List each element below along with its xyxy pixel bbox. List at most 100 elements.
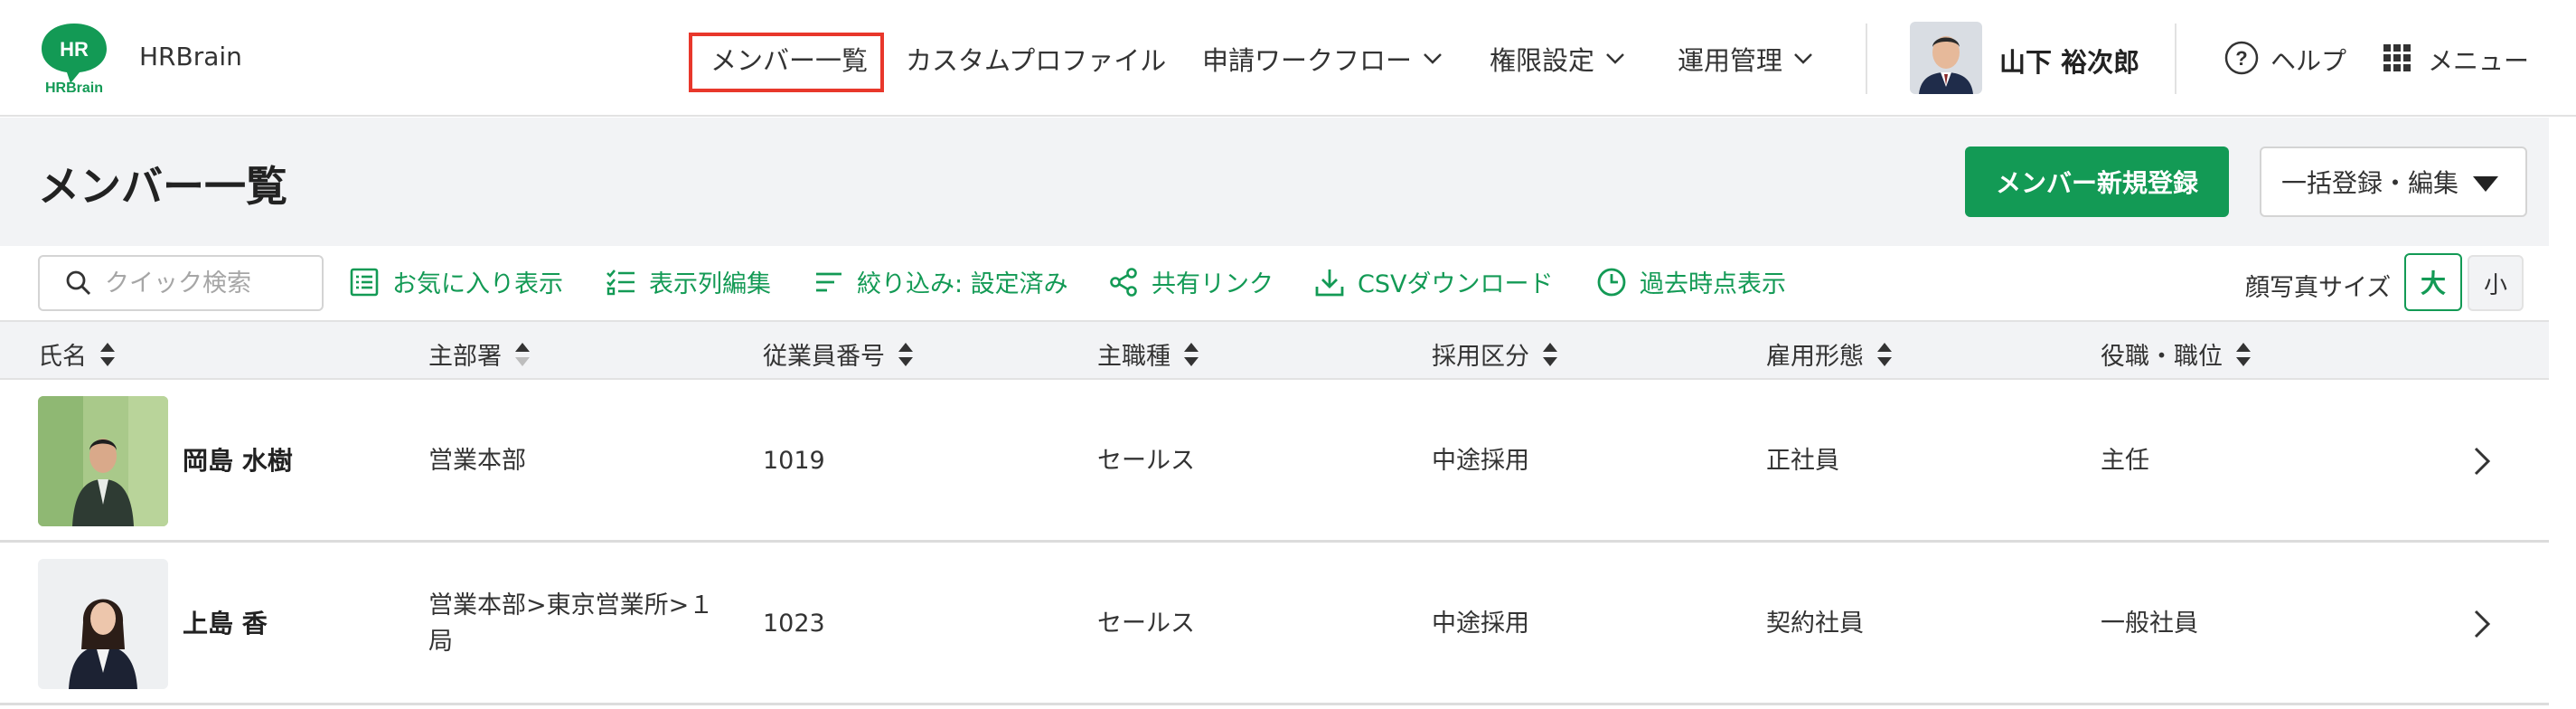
member-photo bbox=[38, 559, 168, 689]
nav-label: カスタムプロファイル bbox=[906, 45, 1167, 76]
sort-ascending-icon bbox=[515, 342, 530, 366]
grid-menu-icon[interactable] bbox=[2383, 43, 2411, 72]
column-header-label: 氏名 bbox=[38, 343, 87, 371]
nav-application-workflow[interactable]: 申請ワークフロー bbox=[1202, 40, 1443, 78]
add-member-button[interactable]: メンバー新規登録 bbox=[1965, 147, 2229, 217]
job-type-cell: セールス bbox=[1097, 610, 1195, 638]
column-header-label: 主部署 bbox=[428, 343, 502, 371]
favorites-view-button[interactable]: お気に入り表示 bbox=[349, 264, 563, 299]
download-icon bbox=[1315, 269, 1344, 296]
chevron-down-icon bbox=[1794, 53, 1812, 64]
clock-icon bbox=[1597, 268, 1626, 296]
column-edit-button[interactable]: 表示列編集 bbox=[606, 264, 771, 299]
nav-permission-settings[interactable]: 権限設定 bbox=[1490, 40, 1625, 78]
share-link-button[interactable]: 共有リンク bbox=[1108, 264, 1274, 299]
bulk-register-edit-button[interactable]: 一括登録・編集 bbox=[2260, 147, 2527, 217]
chevron-down-icon bbox=[1424, 53, 1442, 64]
column-header-label: 従業員番号 bbox=[763, 343, 885, 371]
chevron-down-icon bbox=[1606, 53, 1624, 64]
share-icon bbox=[1110, 267, 1137, 297]
column-header-hiring-type[interactable]: 採用区分 bbox=[1432, 336, 1558, 372]
photo-size-large-button[interactable]: 大 bbox=[2404, 253, 2462, 311]
filter-icon bbox=[816, 272, 841, 291]
help-icon[interactable]: ? bbox=[2223, 40, 2260, 76]
employment-type-cell: 契約社員 bbox=[1766, 610, 1864, 638]
page-title-bar: メンバー一覧 メンバー新規登録 一括登録・編集 bbox=[0, 118, 2549, 246]
bulk-register-edit-label: 一括登録・編集 bbox=[2281, 168, 2459, 198]
hiring-type-cell: 中途採用 bbox=[1432, 447, 1529, 475]
table-row[interactable]: 岡島 水樹 営業本部 1019 セールス 中途採用 正社員 主任 bbox=[0, 380, 2549, 543]
photo-size-label: 顔写真サイズ bbox=[2245, 274, 2392, 302]
tool-label: お気に入り表示 bbox=[392, 270, 563, 298]
nav-label: 申請ワークフロー bbox=[1202, 45, 1413, 76]
svg-text:?: ? bbox=[2235, 47, 2247, 70]
user-name[interactable]: 山下 裕次郎 bbox=[1999, 42, 2139, 80]
sort-icon bbox=[898, 342, 913, 366]
department-line: 局 bbox=[428, 628, 453, 656]
hrbrain-logo[interactable]: HR HRBrain bbox=[36, 20, 112, 96]
column-header-name[interactable]: 氏名 bbox=[38, 336, 116, 372]
department-cell: 営業本部>東京営業所>１ 局 bbox=[428, 588, 713, 660]
past-point-view-button[interactable]: 過去時点表示 bbox=[1596, 264, 1786, 299]
column-header-label: 主職種 bbox=[1097, 343, 1170, 371]
column-header-employee-number[interactable]: 従業員番号 bbox=[763, 336, 914, 372]
quick-search-box[interactable] bbox=[38, 255, 324, 311]
member-photo bbox=[38, 396, 168, 526]
header-divider bbox=[1866, 24, 1867, 94]
table-header: 氏名 主部署 従業員番号 主職種 採用区分 雇用形態 役職・職位 bbox=[0, 320, 2549, 380]
top-header: HR HRBrain HRBrain メンバー一覧 カスタムプロファイル 申請ワ… bbox=[0, 0, 2576, 117]
sort-icon bbox=[1877, 342, 1892, 366]
department-cell: 営業本部 bbox=[428, 447, 526, 475]
filter-button[interactable]: 絞り込み: 設定済み bbox=[813, 264, 1068, 299]
job-type-cell: セールス bbox=[1097, 447, 1195, 475]
sort-icon bbox=[1543, 342, 1557, 366]
department-line: 営業本部>東京営業所>１ bbox=[428, 591, 714, 619]
help-link[interactable]: ヘルプ bbox=[2270, 42, 2346, 78]
user-avatar[interactable] bbox=[1910, 22, 1982, 94]
tool-label: 絞り込み: 設定済み bbox=[857, 270, 1068, 298]
hiring-type-cell: 中途採用 bbox=[1432, 610, 1529, 638]
search-icon bbox=[66, 270, 91, 296]
position-cell: 主任 bbox=[2101, 447, 2149, 475]
sort-icon bbox=[1184, 342, 1199, 366]
tool-label: 表示列編集 bbox=[649, 270, 771, 298]
csv-download-button[interactable]: CSVダウンロード bbox=[1314, 264, 1553, 299]
column-header-employment-type[interactable]: 雇用形態 bbox=[1766, 336, 1893, 372]
column-header-label: 役職・職位 bbox=[2101, 343, 2223, 371]
member-name[interactable]: 上島 香 bbox=[183, 606, 268, 642]
nav-label: 権限設定 bbox=[1490, 45, 1595, 76]
column-header-job-type[interactable]: 主職種 bbox=[1097, 336, 1199, 372]
menu-link[interactable]: メニュー bbox=[2428, 42, 2529, 78]
table-row[interactable]: 上島 香 営業本部>東京営業所>１ 局 1023 セールス 中途採用 契約社員 … bbox=[0, 543, 2549, 705]
column-edit-icon bbox=[606, 269, 635, 295]
nav-label: メンバー一覧 bbox=[710, 45, 869, 76]
nav-operations[interactable]: 運用管理 bbox=[1678, 40, 1813, 78]
position-cell: 一般社員 bbox=[2101, 610, 2198, 638]
chevron-right-icon[interactable] bbox=[2473, 447, 2491, 476]
member-name[interactable]: 岡島 水樹 bbox=[183, 443, 293, 479]
column-header-position[interactable]: 役職・職位 bbox=[2101, 336, 2252, 372]
brand-name: HRBrain bbox=[139, 42, 242, 71]
tool-label: 共有リンク bbox=[1152, 270, 1274, 298]
nav-member-list[interactable]: メンバー一覧 bbox=[710, 40, 868, 78]
sort-icon bbox=[2236, 342, 2251, 366]
list-toolbar: お気に入り表示 表示列編集 絞り込み: 設定済み 共有リンク bbox=[0, 246, 2549, 320]
chevron-right-icon[interactable] bbox=[2473, 610, 2491, 638]
sort-icon bbox=[100, 342, 115, 366]
quick-search-input[interactable] bbox=[105, 269, 304, 298]
favorites-list-icon bbox=[350, 268, 379, 296]
caret-down-icon bbox=[2473, 176, 2498, 192]
header-divider bbox=[2175, 24, 2176, 94]
logo-text-hr: HR bbox=[60, 38, 89, 61]
nav-label: 運用管理 bbox=[1678, 45, 1783, 76]
column-header-department[interactable]: 主部署 bbox=[428, 336, 531, 372]
column-header-label: 採用区分 bbox=[1432, 343, 1529, 371]
employment-type-cell: 正社員 bbox=[1766, 447, 1839, 475]
page-title: メンバー一覧 bbox=[38, 162, 287, 211]
scrollbar-track[interactable] bbox=[2549, 118, 2576, 709]
nav-custom-profile[interactable]: カスタムプロファイル bbox=[906, 40, 1166, 78]
employee-number-cell: 1019 bbox=[763, 447, 825, 475]
photo-size-small-button[interactable]: 小 bbox=[2468, 255, 2524, 311]
employee-number-cell: 1023 bbox=[763, 610, 825, 638]
tool-label: 過去時点表示 bbox=[1640, 270, 1786, 298]
